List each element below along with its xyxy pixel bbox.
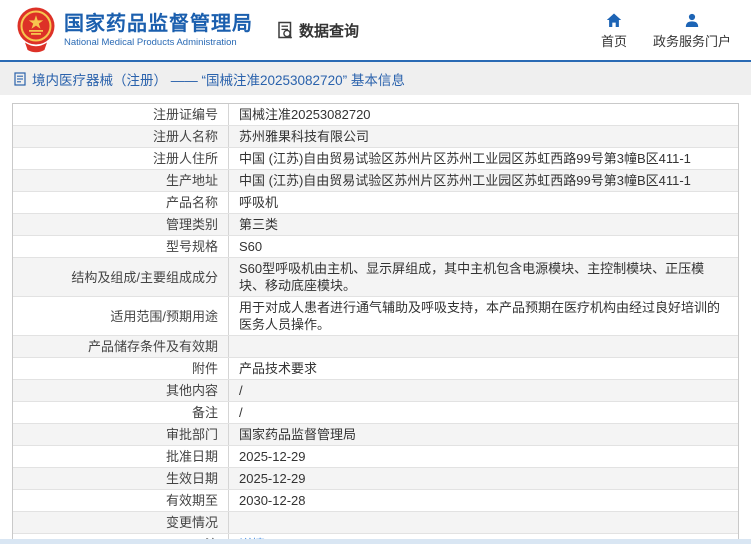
row-label: 注册人住所 — [13, 148, 229, 169]
header-nav: 首页 政务服务门户 — [601, 11, 731, 50]
table-row: 适用范围/预期用途 用于对成人患者进行通气辅助及呼吸支持，本产品预期在医疗机构由经… — [13, 297, 738, 336]
table-row: 审批部门 国家药品监督管理局 — [13, 424, 738, 446]
nav-item-portal[interactable]: 政务服务门户 — [653, 11, 731, 50]
table-row: 批准日期 2025-12-29 — [13, 446, 738, 468]
breadcrumb-text: 境内医疗器械（注册） —— “国械注准20253082720” 基本信息 — [32, 72, 405, 88]
nav-item-label: 首页 — [600, 33, 627, 49]
row-value: 国械注准20253082720 — [239, 107, 371, 122]
row-label: 变更情况 — [13, 512, 229, 533]
table-row: 附件 产品技术要求 — [13, 358, 738, 380]
document-search-icon — [278, 21, 293, 39]
row-value: / — [239, 405, 243, 420]
table-row: 产品储存条件及有效期 — [13, 336, 738, 358]
row-value: S60型呼吸机由主机、显示屏组成，其中主机包含电源模块、主控制模块、正压模块、移… — [239, 261, 705, 293]
row-label: 附件 — [13, 358, 229, 379]
row-value: 第三类 — [239, 217, 279, 232]
row-value — [229, 512, 738, 533]
row-value: 用于对成人患者进行通气辅助及呼吸支持，本产品预期在医疗机构由经过良好培训的医务人… — [239, 300, 721, 332]
row-label: 生产地址 — [13, 170, 229, 191]
row-value: 2030-12-28 — [239, 493, 306, 508]
row-value: 苏州雅果科技有限公司 — [239, 129, 370, 144]
table-row: 变更情况 — [13, 512, 738, 534]
document-icon — [14, 71, 26, 86]
table-row: 型号规格 S60 — [13, 236, 738, 258]
agency-name-en: National Medical Products Administration — [64, 36, 237, 48]
row-label: 有效期至 — [13, 490, 229, 511]
data-query-label: 数据查询 — [299, 22, 360, 40]
breadcrumb: 境内医疗器械（注册） —— “国械注准20253082720” 基本信息 — [0, 62, 751, 95]
row-value: 2025-12-29 — [239, 449, 306, 464]
row-value: 中国 (江苏)自由贸易试验区苏州片区苏州工业园区苏虹西路99号第3幢B区411-… — [239, 173, 691, 188]
row-label: 产品储存条件及有效期 — [13, 336, 229, 357]
row-label: 注册人名称 — [13, 126, 229, 147]
data-query-tab[interactable]: 数据查询 — [275, 20, 359, 41]
table-row: 其他内容 / — [13, 380, 738, 402]
agency-title-block: 国家药品监督管理局 National Medical Products Admi… — [64, 12, 253, 49]
table-row: 管理类别 第三类 — [13, 214, 738, 236]
table-row: 有效期至 2030-12-28 — [13, 490, 738, 512]
row-label: 注册证编号 — [13, 104, 229, 125]
footer-strip — [0, 539, 751, 544]
row-value: 2025-12-29 — [239, 471, 306, 486]
row-label: 型号规格 — [13, 236, 229, 257]
national-emblem-icon — [17, 7, 55, 53]
agency-name-cn: 国家药品监督管理局 — [64, 12, 253, 35]
row-label: 结构及组成/主要组成成分 — [13, 258, 229, 296]
home-icon — [606, 13, 622, 27]
row-value: 呼吸机 — [239, 195, 279, 210]
row-value: S60 — [239, 239, 263, 254]
table-row: 注册人住所 中国 (江苏)自由贸易试验区苏州片区苏州工业园区苏虹西路99号第3幢B… — [13, 148, 738, 170]
info-table: 注册证编号 国械注准20253082720 注册人名称 苏州雅果科技有限公司 注册人住所… — [12, 103, 739, 544]
row-label: 生效日期 — [13, 468, 229, 489]
agency-logo-link[interactable]: 国家药品监督管理局 National Medical Products Admi… — [16, 7, 253, 53]
row-label: 备注 — [13, 402, 229, 423]
table-row: 生效日期 2025-12-29 — [13, 468, 738, 490]
row-label: 审批部门 — [13, 424, 229, 445]
table-row: 注册人名称 苏州雅果科技有限公司 — [13, 126, 738, 148]
row-value: 产品技术要求 — [239, 361, 318, 376]
table-row: 产品名称 呼吸机 — [13, 192, 738, 214]
table-row: 备注 / — [13, 402, 738, 424]
table-row: 注册证编号 国械注准20253082720 — [13, 104, 738, 126]
row-label: 管理类别 — [13, 214, 229, 235]
row-label: 其他内容 — [13, 380, 229, 401]
user-icon — [685, 13, 699, 27]
row-label: 产品名称 — [13, 192, 229, 213]
row-value — [229, 336, 738, 357]
row-label: 适用范围/预期用途 — [13, 297, 229, 335]
main-content: 注册证编号 国械注准20253082720 注册人名称 苏州雅果科技有限公司 注册人住所… — [0, 95, 751, 544]
nav-item-home[interactable]: 首页 — [601, 11, 627, 50]
row-value: 中国 (江苏)自由贸易试验区苏州片区苏州工业园区苏虹西路99号第3幢B区411-… — [239, 151, 691, 166]
page-header: 国家药品监督管理局 National Medical Products Admi… — [0, 0, 751, 60]
table-row: 结构及组成/主要组成成分 S60型呼吸机由主机、显示屏组成，其中主机包含电源模块、… — [13, 258, 738, 297]
nav-item-label: 政务服务门户 — [652, 33, 731, 49]
table-row: 生产地址 中国 (江苏)自由贸易试验区苏州片区苏州工业园区苏虹西路99号第3幢B区… — [13, 170, 738, 192]
row-value: / — [239, 383, 243, 398]
row-label: 批准日期 — [13, 446, 229, 467]
row-value: 国家药品监督管理局 — [239, 427, 357, 442]
